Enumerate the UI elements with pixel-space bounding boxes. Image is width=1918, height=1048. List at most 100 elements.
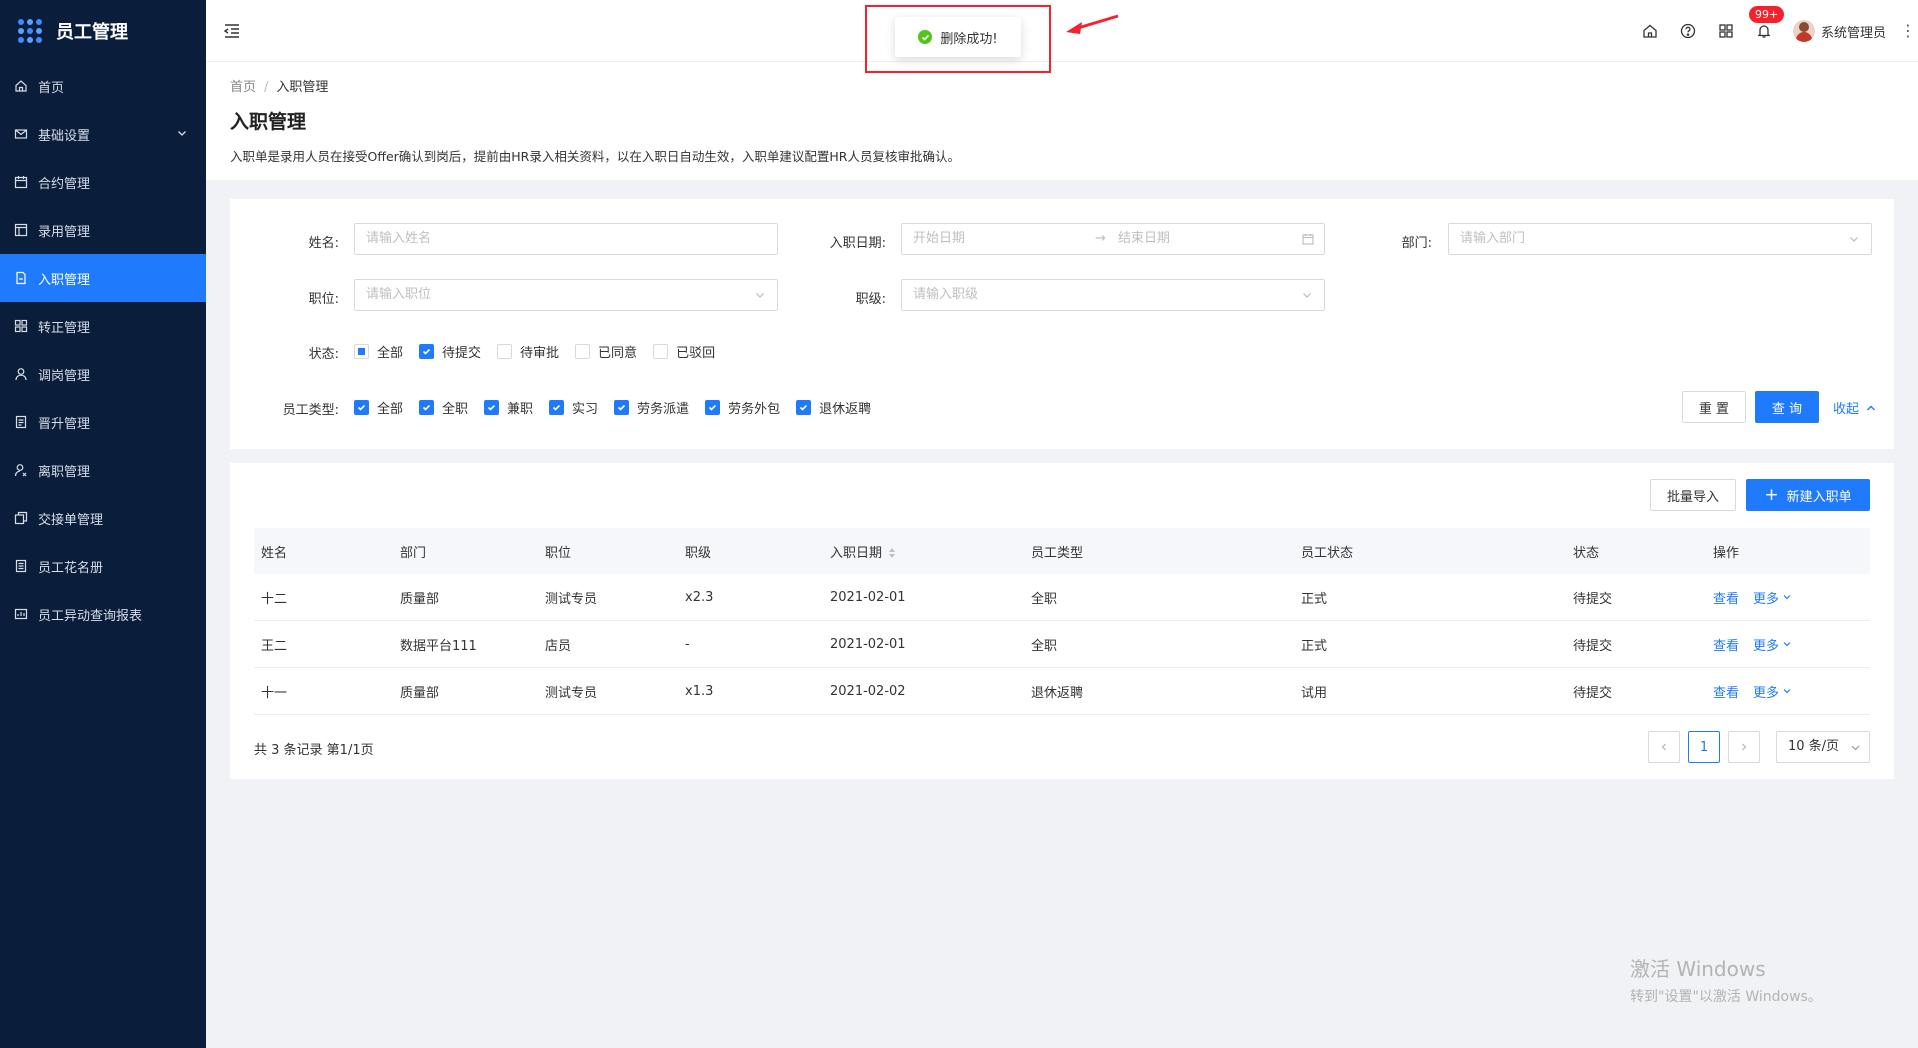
checkbox-checked-icon: [484, 400, 500, 415]
checkbox-label: 全部: [377, 402, 404, 417]
query-button[interactable]: 查 询: [1755, 391, 1819, 423]
sidebar-item-promotion[interactable]: 晋升管理: [0, 398, 206, 446]
cell-emp-status: 正式: [1301, 591, 1328, 607]
dept-select[interactable]: 请输入部门: [1448, 223, 1872, 255]
cell-name: 十二: [261, 591, 288, 607]
sidebar-item-onboarding[interactable]: 入职管理: [0, 254, 206, 302]
new-onboarding-button[interactable]: + 新建入职单: [1746, 479, 1870, 511]
emp-type-checkbox-rehire[interactable]: 退休返聘: [796, 398, 871, 417]
copy-icon: [14, 511, 28, 525]
collapse-link[interactable]: 收起: [1833, 398, 1877, 417]
sidebar-item-home[interactable]: 首页: [0, 62, 206, 110]
more-dropdown[interactable]: 更多: [1753, 635, 1792, 654]
sidebar-item-contract[interactable]: 合约管理: [0, 158, 206, 206]
page-size-label: 10 条/页: [1788, 739, 1840, 754]
status-checkbox-rejected[interactable]: 已驳回: [653, 342, 715, 361]
new-onboarding-label: 新建入职单: [1786, 489, 1852, 505]
status-checkbox-approved[interactable]: 已同意: [575, 342, 637, 361]
prev-page-button[interactable]: [1648, 731, 1680, 763]
batch-import-button[interactable]: 批量导入: [1650, 479, 1736, 511]
emp-type-label: 员工类型:: [282, 403, 339, 418]
more-label: 更多: [1753, 591, 1780, 607]
sidebar-item-label: 晋升管理: [38, 416, 91, 432]
reset-button[interactable]: 重 置: [1682, 391, 1746, 423]
view-link[interactable]: 查看: [1713, 592, 1739, 607]
emp-type-checkbox-intern[interactable]: 实习: [549, 398, 598, 417]
start-date-input[interactable]: 开始日期: [913, 231, 965, 246]
more-dropdown[interactable]: 更多: [1753, 682, 1792, 701]
status-checkbox-pending-approval[interactable]: 待审批: [497, 342, 559, 361]
table-row: 十一 质量部 测试专员 x1.3 2021-02-02 退休返聘 试用 待提交 …: [254, 668, 1870, 715]
menu-fold-icon[interactable]: [222, 21, 242, 41]
cell-grade: -: [685, 636, 690, 652]
cell-status: 待提交: [1573, 638, 1613, 654]
page-size-select[interactable]: 10 条/页: [1776, 731, 1870, 763]
emp-type-checkbox-fulltime[interactable]: 全职: [419, 398, 468, 417]
emp-type-checkbox-dispatch[interactable]: 劳务派遣: [614, 398, 689, 417]
more-vertical-icon[interactable]: ⋮: [1900, 23, 1916, 39]
sidebar-item-regularization[interactable]: 转正管理: [0, 302, 206, 350]
sidebar-item-resignation[interactable]: 离职管理: [0, 446, 206, 494]
page-number-button[interactable]: 1: [1688, 731, 1720, 763]
document-icon: [14, 271, 28, 285]
date-label: 入职日期:: [829, 236, 886, 251]
home-icon[interactable]: [1641, 22, 1659, 40]
emp-type-checkbox-parttime[interactable]: 兼职: [484, 398, 533, 417]
breadcrumb-home[interactable]: 首页: [230, 80, 256, 95]
sidebar-item-change-report[interactable]: 员工异动查询报表: [0, 590, 206, 638]
user-name[interactable]: 系统管理员: [1821, 22, 1886, 41]
success-toast: 删除成功!: [895, 17, 1021, 57]
chevron-down-icon: [1850, 237, 1858, 242]
position-label: 职位:: [308, 292, 339, 307]
chevron-right-icon: [1742, 743, 1747, 751]
checkbox-label: 劳务外包: [728, 402, 781, 417]
help-icon[interactable]: [1679, 22, 1697, 40]
emp-type-checkbox-outsource[interactable]: 劳务外包: [705, 398, 780, 417]
more-label: 更多: [1753, 685, 1780, 701]
cell-position: 店员: [545, 638, 572, 654]
sidebar-item-transfer[interactable]: 调岗管理: [0, 350, 206, 398]
end-date-input[interactable]: 结束日期: [1118, 224, 1170, 254]
sidebar-item-basic-settings[interactable]: 基础设置: [0, 110, 206, 158]
emp-type-checkbox-all[interactable]: 全部: [354, 398, 403, 417]
watermark-title: 激活 Windows: [1630, 957, 1766, 981]
mail-icon: [14, 127, 28, 141]
checkbox-label: 劳务派遣: [637, 402, 690, 417]
table-row: 王二 数据平台111 店员 - 2021-02-01 全职 正式 待提交 查看更…: [254, 621, 1870, 668]
chevron-down-icon: [1303, 293, 1311, 298]
cell-dept: 数据平台111: [400, 638, 477, 654]
app-logo[interactable]: 员工管理: [0, 0, 206, 62]
position-select[interactable]: 请输入职位: [354, 279, 778, 311]
cell-name: 王二: [261, 638, 288, 654]
next-page-button[interactable]: [1728, 731, 1760, 763]
view-link[interactable]: 查看: [1713, 686, 1739, 701]
chevron-down-icon: [1783, 689, 1791, 694]
app-title: 员工管理: [56, 22, 128, 43]
total-records-text: 共 3 条记录 第1/1页: [254, 743, 374, 758]
sidebar-item-label: 录用管理: [38, 224, 91, 240]
avatar[interactable]: [1792, 20, 1815, 42]
grade-select[interactable]: 请输入职级: [901, 279, 1325, 311]
bell-icon[interactable]: 99+: [1748, 6, 1785, 40]
column-header: 员工类型: [1031, 545, 1084, 561]
cell-status: 待提交: [1573, 591, 1613, 607]
column-header-date[interactable]: 入职日期: [823, 542, 1024, 561]
date-range-picker[interactable]: 开始日期 → 结束日期: [901, 223, 1325, 255]
apps-grid-icon: [18, 19, 42, 43]
sidebar-item-hiring[interactable]: 录用管理: [0, 206, 206, 254]
cell-grade: x2.3: [685, 589, 714, 605]
toast-message: 删除成功!: [940, 31, 998, 47]
sidebar-item-handover[interactable]: 交接单管理: [0, 494, 206, 542]
status-checkbox-group: 全部 待提交 待审批 已同意 已驳回: [354, 342, 731, 361]
chevron-down-icon: [178, 131, 186, 136]
more-dropdown[interactable]: 更多: [1753, 588, 1792, 607]
checkbox-label: 待提交: [442, 346, 482, 361]
name-input[interactable]: 请输入姓名: [354, 223, 778, 255]
view-link[interactable]: 查看: [1713, 639, 1739, 654]
sidebar-item-label: 基础设置: [38, 128, 91, 144]
status-checkbox-all[interactable]: 全部: [354, 342, 403, 361]
checkbox-checked-icon: [354, 400, 369, 415]
apps-icon[interactable]: [1717, 22, 1735, 40]
status-checkbox-pending-submit[interactable]: 待提交: [419, 342, 481, 361]
sidebar-item-roster[interactable]: 员工花名册: [0, 542, 206, 590]
